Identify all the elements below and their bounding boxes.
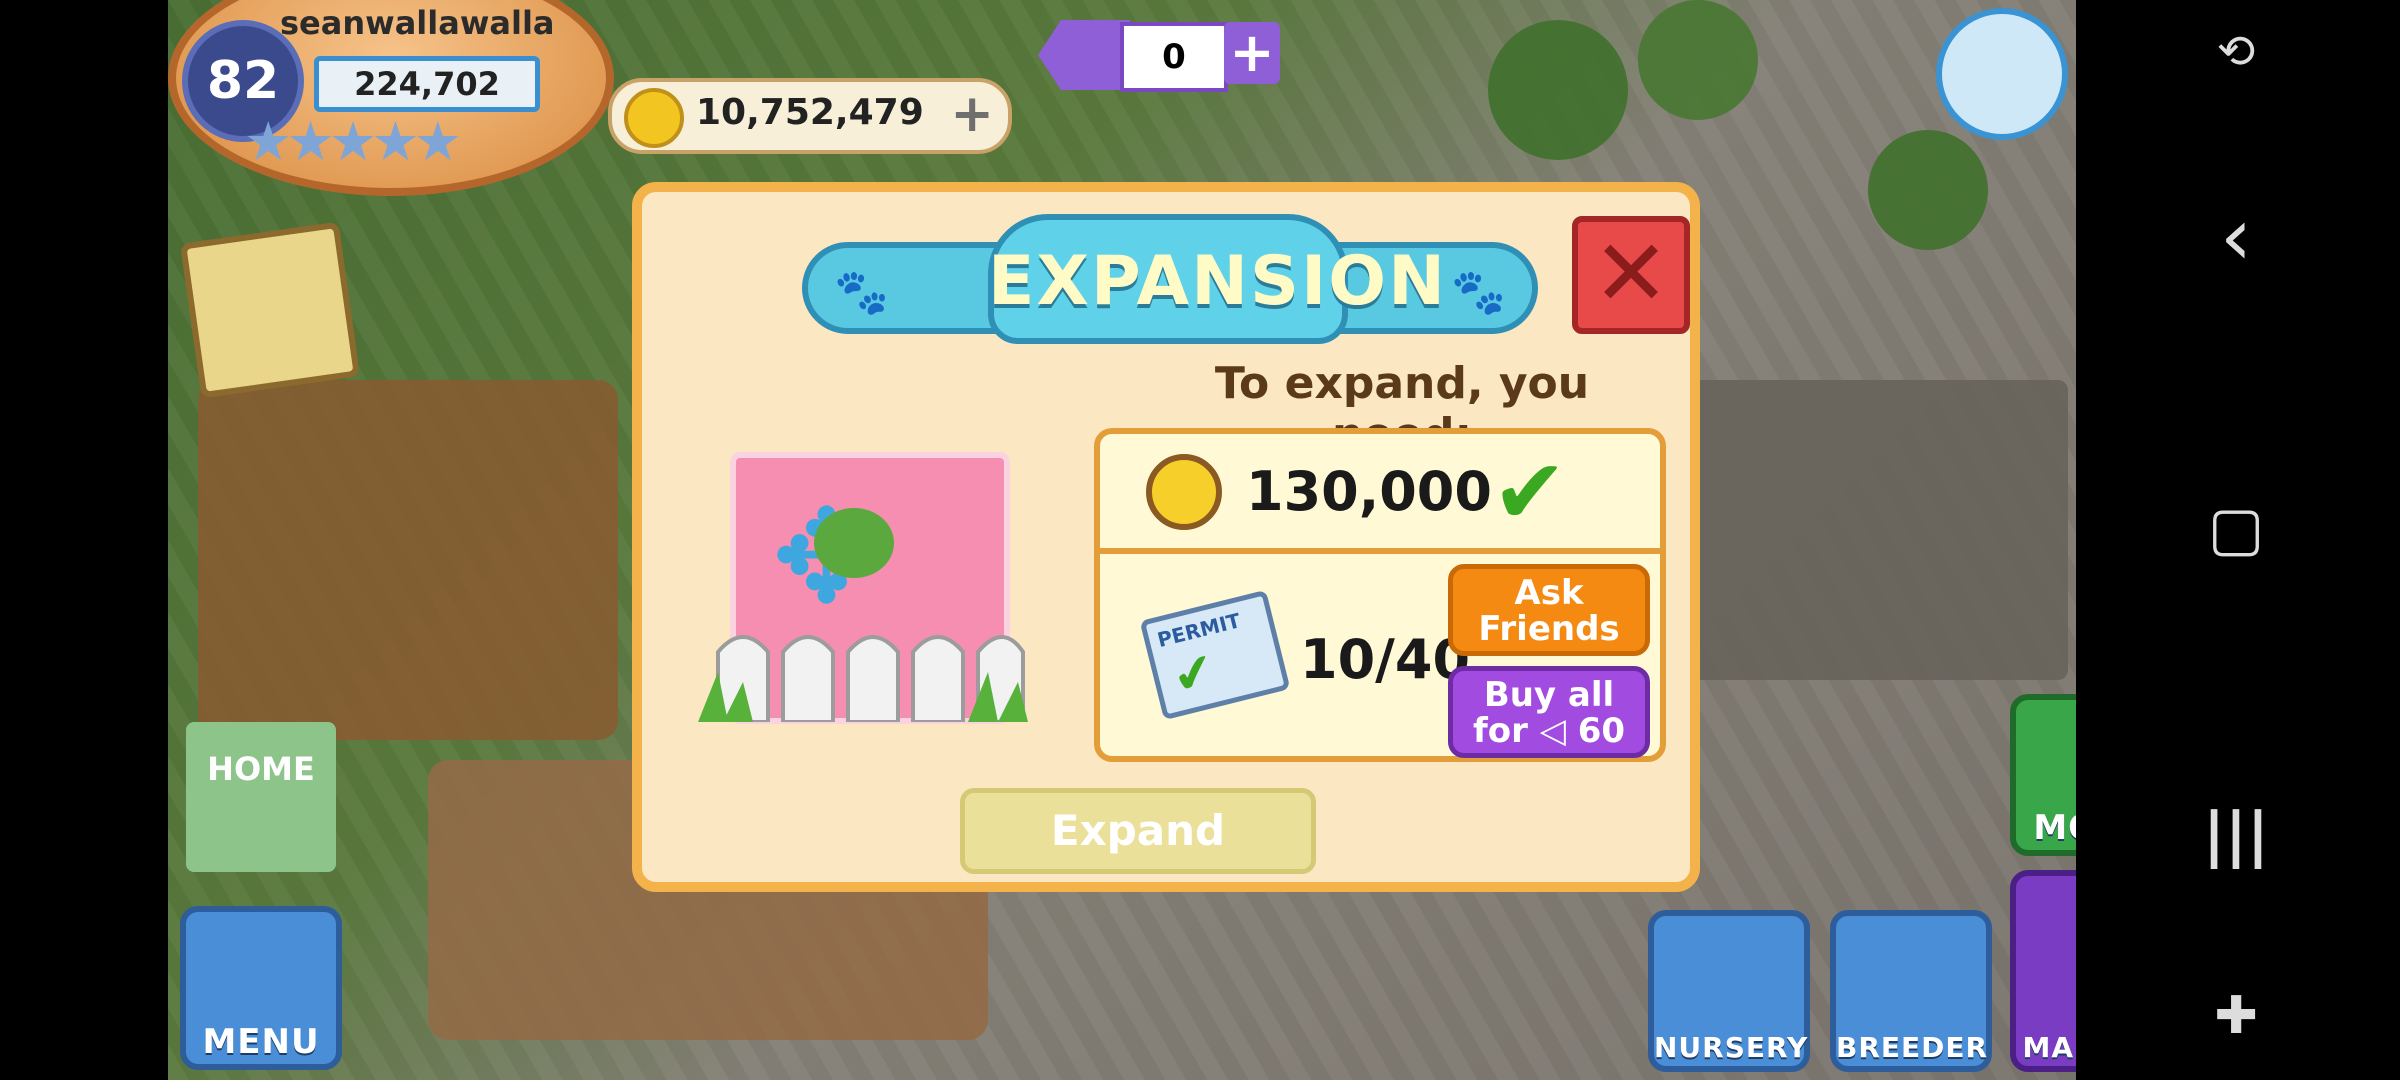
home-button[interactable]: HOME xyxy=(186,722,336,872)
move-label: MOVE xyxy=(2033,808,2076,848)
permit-count: 10/40 xyxy=(1300,628,1471,691)
home-label: HOME xyxy=(207,750,315,788)
gem-balance: 0 xyxy=(1120,22,1228,92)
expansion-dialog: 🐾 🐾 EXPANSION ✕ To expand, you need: ✥ xyxy=(632,182,1700,892)
menu-label: MENU xyxy=(202,1022,320,1062)
breeder-label: BREEDER xyxy=(1836,1031,1989,1064)
screen-rotate-icon[interactable]: ⟲ xyxy=(2196,24,2276,78)
nursery-label: NURSERY xyxy=(1654,1031,1809,1064)
paw-icon: 🐾 xyxy=(1451,267,1506,318)
coin-icon xyxy=(1146,454,1222,530)
ask-friends-button[interactable]: Ask Friends xyxy=(1448,564,1650,656)
coin-balance: 10,752,479 xyxy=(696,92,924,133)
market-label: MARKET xyxy=(2022,1031,2076,1064)
ask-friends-label: Ask Friends xyxy=(1478,573,1620,649)
android-nav-bar: ⟲ ‹ ▢ ||| ✚ xyxy=(2076,0,2400,1080)
xp-bar: 224,702 xyxy=(314,56,540,112)
buy-coins-button[interactable]: + xyxy=(950,86,994,142)
gem-icon: ◁ xyxy=(1539,711,1566,751)
close-button[interactable]: ✕ xyxy=(1572,216,1690,334)
dialog-title: EXPANSION xyxy=(988,242,1448,321)
menu-button[interactable]: MENU xyxy=(180,906,342,1070)
market-button[interactable]: MARKET xyxy=(2010,870,2076,1072)
home-nav-icon[interactable]: ▢ xyxy=(2196,494,2276,564)
requirements-box: 130,000 ✔ PERMIT ✔ 10/40 Ask Friends Buy… xyxy=(1094,428,1666,762)
buy-all-button[interactable]: Buy all for ◁ 60 xyxy=(1448,666,1650,758)
social-icon[interactable] xyxy=(1936,8,2068,140)
buy-gems-button[interactable]: + xyxy=(1224,22,1280,84)
recents-icon[interactable]: ||| xyxy=(2196,800,2276,870)
gem-counter: 0 + xyxy=(1038,14,1286,94)
back-icon[interactable]: ‹ xyxy=(2196,190,2276,283)
fence-icon xyxy=(698,635,1028,722)
coin-icon xyxy=(624,88,684,148)
breeder-button[interactable]: BREEDER xyxy=(1830,910,1992,1072)
gamepad-icon[interactable]: ✚ xyxy=(2196,986,2276,1046)
coin-requirement: 130,000 xyxy=(1246,460,1492,523)
checkmark-icon: ✔ xyxy=(1492,440,1568,545)
gem-icon xyxy=(1038,20,1130,90)
coin-counter: 10,752,479 + xyxy=(608,78,1012,154)
permit-icon: PERMIT ✔ xyxy=(1139,589,1291,721)
player-username: seanwallawalla xyxy=(280,4,555,42)
divider xyxy=(1100,548,1660,554)
move-button[interactable]: MOVE xyxy=(2010,694,2076,856)
game-viewport[interactable]: 82 seanwallawalla 224,702 ★★★★★ 10,752,4… xyxy=(168,0,2076,1080)
notepad-icon[interactable] xyxy=(179,221,361,399)
paw-icon: 🐾 xyxy=(834,267,889,318)
rating-stars: ★★★★★ xyxy=(244,110,462,173)
nursery-button[interactable]: NURSERY xyxy=(1648,910,1810,1072)
expand-button[interactable]: Expand xyxy=(960,788,1316,874)
permit-check-icon: ✔ xyxy=(1166,640,1222,707)
buy-all-cost: 60 xyxy=(1577,711,1626,751)
tree-icon xyxy=(814,508,894,578)
